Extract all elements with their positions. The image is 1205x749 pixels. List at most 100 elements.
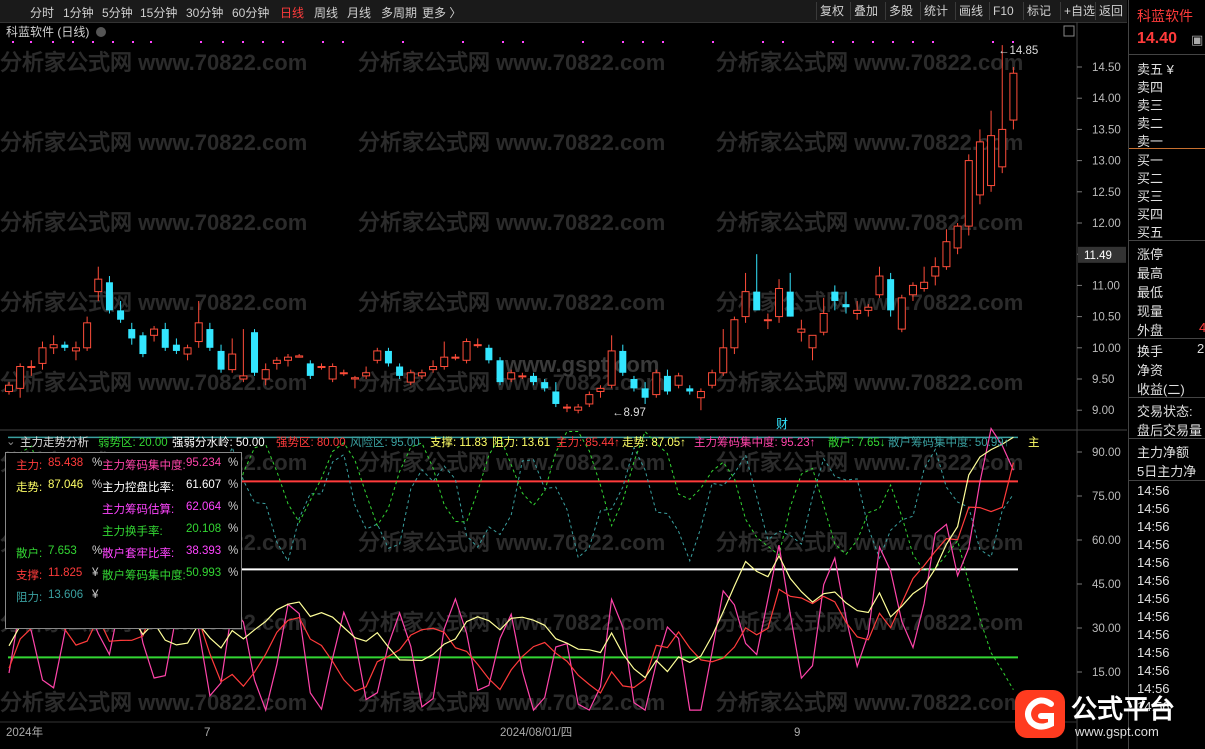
- toolbar-button[interactable]: F10: [989, 2, 1017, 20]
- indicator-info-box: 主力: 85.438% 主力筹码集中度: 95.234% 走势: 87.046% 主力控盘比…: [5, 452, 242, 629]
- candle-body: [897, 297, 906, 330]
- price-tick-label: 12.00: [1092, 218, 1121, 230]
- candle-body: [117, 310, 125, 320]
- toolbar-button[interactable]: 多股: [885, 2, 916, 20]
- candle-body: [172, 344, 180, 351]
- watermark-text: 分析家公式网 www.70822.com: [0, 210, 307, 235]
- candle-body: [83, 322, 92, 349]
- period-tab[interactable]: 15分钟: [140, 4, 177, 21]
- candle-body: [396, 366, 404, 376]
- info-unit-2: %: [228, 501, 239, 513]
- indicator-legend-item: 风险区: 95.00: [350, 437, 420, 449]
- info-value-2: 62.064: [186, 501, 222, 513]
- candle-body: [328, 366, 337, 380]
- title-dropdown-icon[interactable]: [96, 27, 106, 37]
- cai-marker[interactable]: 财: [776, 417, 788, 431]
- tick-time: 14:56: [1137, 483, 1170, 498]
- candle-body: [607, 350, 616, 386]
- candle-body: [150, 328, 159, 336]
- indicator-name[interactable]: 主力走势分析: [20, 434, 89, 450]
- period-tab[interactable]: 周线: [314, 4, 338, 21]
- signal-dot: [712, 41, 714, 43]
- price-tick-label: 10.00: [1092, 343, 1121, 355]
- indicator-tick-label: 30.00: [1092, 623, 1121, 635]
- period-tab[interactable]: 30分钟: [186, 4, 223, 21]
- price-tick-label: 9.50: [1092, 374, 1114, 386]
- watermark-text: 分析家公式网 www.70822.com: [358, 530, 665, 555]
- toolbar-button[interactable]: 标记: [1023, 2, 1054, 20]
- candle-body: [708, 372, 717, 386]
- current-price-tag: 11.49: [1084, 250, 1112, 262]
- candle-body: [630, 379, 638, 389]
- period-tab[interactable]: 1分钟: [63, 4, 94, 21]
- buy-level: 买三: [1137, 189, 1164, 204]
- period-tab[interactable]: 分时: [30, 4, 54, 21]
- period-tab[interactable]: 5分钟: [102, 4, 133, 21]
- period-tab[interactable]: 月线: [347, 4, 371, 21]
- candle-body: [384, 350, 392, 364]
- indicator-menu-icon[interactable]: ⌄: [6, 434, 16, 448]
- quote-stat: 最低: [1137, 285, 1164, 300]
- expand-icon[interactable]: [1063, 25, 1075, 37]
- price-tick-label: 9.00: [1092, 405, 1114, 417]
- candle-body: [619, 350, 627, 373]
- candle-body: [831, 291, 839, 301]
- tick-time: 14:56: [1137, 555, 1170, 570]
- tick-time: 14:56: [1137, 591, 1170, 606]
- info-unit: %: [92, 457, 103, 469]
- period-tab[interactable]: 60分钟: [232, 4, 269, 21]
- candle-body: [251, 332, 259, 373]
- toolbar-button[interactable]: +自选: [1060, 2, 1098, 20]
- quote-stat-2: 净资: [1137, 363, 1164, 378]
- watermark-text: 分析家公式网 www.70822.com: [358, 290, 665, 315]
- signal-dot: [892, 41, 894, 43]
- quote-stat: 现量: [1137, 304, 1164, 319]
- candle-body: [953, 225, 962, 249]
- watermark-text: 分析家公式网 www.70822.com: [716, 690, 1023, 715]
- candle-body: [317, 366, 326, 369]
- stock-name: 科蓝软件: [1137, 8, 1193, 24]
- signal-dot: [12, 41, 14, 43]
- info-label: 阻力:: [16, 592, 43, 604]
- price-tick-label: 13.50: [1092, 124, 1121, 136]
- period-tab[interactable]: 更多 〉: [422, 4, 461, 21]
- candle-body: [71, 347, 80, 352]
- chart-area[interactable]: 分析家公式网 www.70822.com 分析家公式网 www.70822.com…: [0, 22, 1127, 749]
- watermark-text: 分析家公式网 www.70822.com: [0, 290, 307, 315]
- candle-body: [496, 360, 504, 383]
- quote-stat-2: 换手: [1137, 344, 1164, 359]
- info-label-2: 主力换手率:: [102, 526, 163, 538]
- signal-dot: [262, 41, 264, 43]
- buy-level: 买四: [1137, 207, 1164, 222]
- info-label-2: 主力筹码估算:: [102, 504, 175, 516]
- period-tab[interactable]: 日线: [280, 4, 304, 21]
- indicator-legend-bar: ⌄ 主力走势分析 弱势区: 20.00 强弱分水岭: 50.00 强势区: 80.00 风…: [0, 432, 1077, 450]
- toolbar-button[interactable]: 画线: [955, 2, 986, 20]
- toolbar-button[interactable]: 复权: [816, 2, 847, 20]
- indicator-tick-label: 75.00: [1092, 491, 1121, 503]
- indicator-legend-item: 主力: 85.44↑: [556, 437, 620, 449]
- sell-level: 卖五 ¥: [1137, 62, 1174, 77]
- info-unit-2: %: [228, 523, 239, 535]
- signal-dot: [30, 41, 32, 43]
- info-unit-2: %: [228, 545, 239, 557]
- toolbar-button[interactable]: 统计: [920, 2, 951, 20]
- candle-body: [719, 347, 728, 374]
- candle-body: [819, 312, 828, 333]
- indicator-tick-label: 90.00: [1092, 447, 1121, 459]
- toolbar-button[interactable]: 返回: [1095, 2, 1126, 20]
- signal-dot: [582, 41, 584, 43]
- toolbar-button[interactable]: 叠加: [850, 2, 881, 20]
- candle-body: [306, 363, 314, 376]
- info-value: 13.606: [48, 589, 84, 601]
- candle-body: [128, 329, 136, 339]
- indicator-tick-label: 15.00: [1092, 667, 1121, 679]
- candle-body: [451, 356, 460, 359]
- logo-url: www.gspt.com: [1074, 724, 1159, 739]
- candle-body: [931, 266, 940, 277]
- signal-dot: [852, 41, 854, 43]
- candle-body: [585, 394, 594, 405]
- trade-status: 盘后交易量: [1137, 423, 1203, 438]
- x-axis-label: 9: [794, 727, 800, 739]
- period-tab[interactable]: 多周期: [381, 4, 417, 21]
